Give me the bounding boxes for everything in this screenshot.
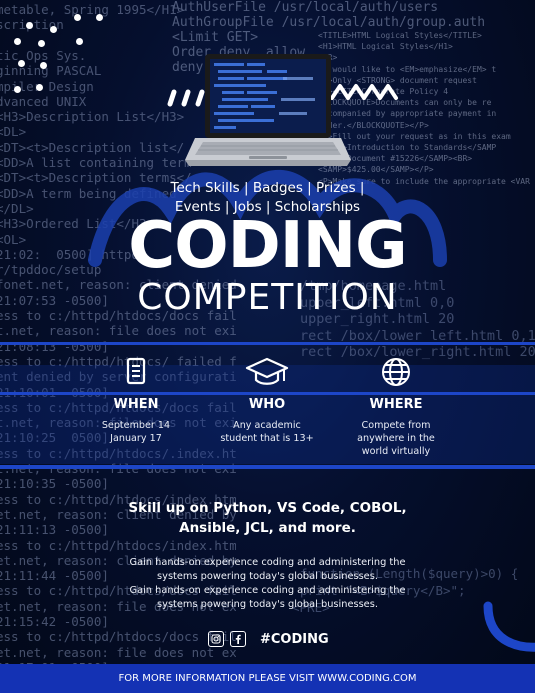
divider-bottom — [0, 465, 535, 469]
skills-headline-line2: Ansible, JCL, and more. — [179, 520, 356, 536]
where-line3: world virtually — [361, 446, 431, 457]
code-line-left: 21:08:13 -0500] — [0, 338, 109, 354]
who-heading: WHO — [248, 397, 286, 412]
instagram-icon[interactable] — [208, 631, 224, 647]
description-1-line1: Gain hands-on experience coding and admi… — [129, 557, 406, 568]
code-line-top: AuthUserFile /usr/local/auth/users — [172, 0, 439, 15]
description-1: Gain hands-on experience coding and admi… — [110, 556, 425, 584]
description-1-line2: systems powering today's global business… — [157, 571, 378, 582]
code-line-left: ess to c:/httpd/htdocs/index.htm failed … — [0, 537, 236, 553]
subtitle: COMPETITION — [137, 277, 398, 318]
who-line2: student that is 13+ — [220, 433, 314, 444]
code-line-left: 21:15:42 -0500] — [0, 614, 109, 629]
footer-text: FOR MORE INFORMATION PLEASE VISIT WWW.CO… — [118, 673, 417, 684]
graduation-cap-icon — [245, 357, 289, 385]
where-heading: WHERE — [369, 397, 423, 412]
code-line-right: <TITLE>HTML Logical Styles</TITLE> — [318, 31, 482, 40]
code-line-left: t.net, reason: file does not exist — [0, 323, 236, 339]
who-line1: Any academic — [233, 420, 301, 431]
arc-decoration-right — [483, 601, 535, 652]
footer-banner[interactable]: FOR MORE INFORMATION PLEASE VISIT WWW.CO… — [0, 664, 535, 693]
poster: metable, Spring 1995</H1>scriptiontic Op… — [0, 0, 535, 693]
laptop-illustration — [185, 54, 351, 166]
where-line1: Compete from — [361, 420, 431, 431]
skills-headline: Skill up on Python, VS Code, COBOL, Ansi… — [110, 498, 425, 538]
tagline-line1: Tech Skills | Badges | Prizes | — [170, 180, 365, 196]
code-line-right: <H1>HTML Logical Styles</H1> — [318, 42, 453, 52]
when-line1: September 14 — [101, 420, 171, 431]
who-text: Any academic student that is 13+ — [202, 419, 332, 445]
when-text: September 14 January 17 — [71, 419, 201, 445]
when-line2: January 17 — [110, 433, 162, 444]
social-row: #CODING — [208, 629, 329, 649]
skills-headline-line1: Skill up on Python, VS Code, COBOL, — [128, 500, 407, 516]
divider-top — [0, 342, 535, 345]
code-line-left: ess to c:/httpd/htdocs/docs failed for — [0, 629, 236, 645]
code-line-top: AuthGroupFile /usr/local/auth/group.auth — [172, 15, 486, 30]
when-column: WHEN September 14 January 17 — [71, 355, 201, 445]
code-line-left: 21:10:35 -0500] — [0, 476, 109, 492]
facebook-icon[interactable] — [230, 631, 246, 647]
where-column: WHERE Compete from anywhere in the world… — [331, 355, 461, 458]
description-2: Gain hands-on experience coding and admi… — [110, 584, 425, 612]
document-icon — [126, 357, 146, 385]
code-line-left: et.net, reason: file does not exist — [0, 644, 236, 660]
where-text: Compete from anywhere in the world virtu… — [331, 419, 461, 458]
globe-icon — [382, 358, 410, 386]
code-line-top: <Limit GET> — [172, 30, 259, 45]
title: CODING — [128, 209, 407, 283]
where-line2: anywhere in the — [357, 433, 435, 444]
who-column: WHO Any academic student that is 13+ — [202, 355, 332, 445]
description-2-line1: Gain hands-on experience coding and admi… — [129, 585, 406, 596]
hashtag: #CODING — [260, 631, 329, 647]
description-2-line2: systems powering today's global business… — [157, 599, 378, 610]
when-heading: WHEN — [113, 397, 159, 412]
